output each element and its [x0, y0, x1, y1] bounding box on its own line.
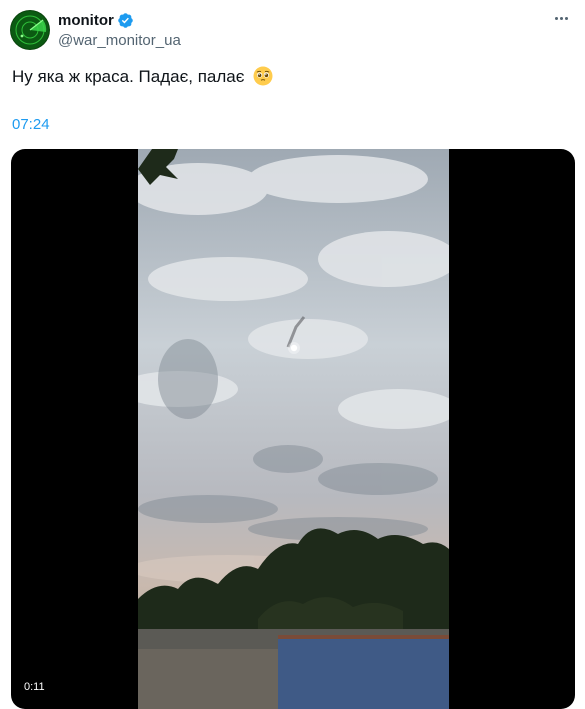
avatar[interactable] — [10, 10, 50, 50]
author-name-row[interactable]: monitor — [58, 12, 134, 29]
video-player[interactable]: 0:11 — [11, 149, 575, 709]
pleading-face-emoji-icon — [253, 66, 273, 86]
video-frame — [138, 149, 449, 709]
video-still-image — [138, 149, 449, 709]
video-duration: 0:11 — [19, 680, 50, 694]
verified-badge-icon — [118, 13, 133, 28]
tweet-text: Ну яка ж краса. Падає, палає — [12, 66, 273, 88]
tweet-timestamp[interactable]: 07:24 — [12, 116, 50, 133]
author-handle[interactable]: @war_monitor_ua — [58, 32, 181, 49]
author-display-name[interactable]: monitor — [58, 12, 114, 29]
more-options-icon[interactable] — [555, 14, 573, 22]
tweet-text-content: Ну яка ж краса. Падає, палає — [12, 67, 245, 86]
radar-icon — [11, 11, 49, 49]
